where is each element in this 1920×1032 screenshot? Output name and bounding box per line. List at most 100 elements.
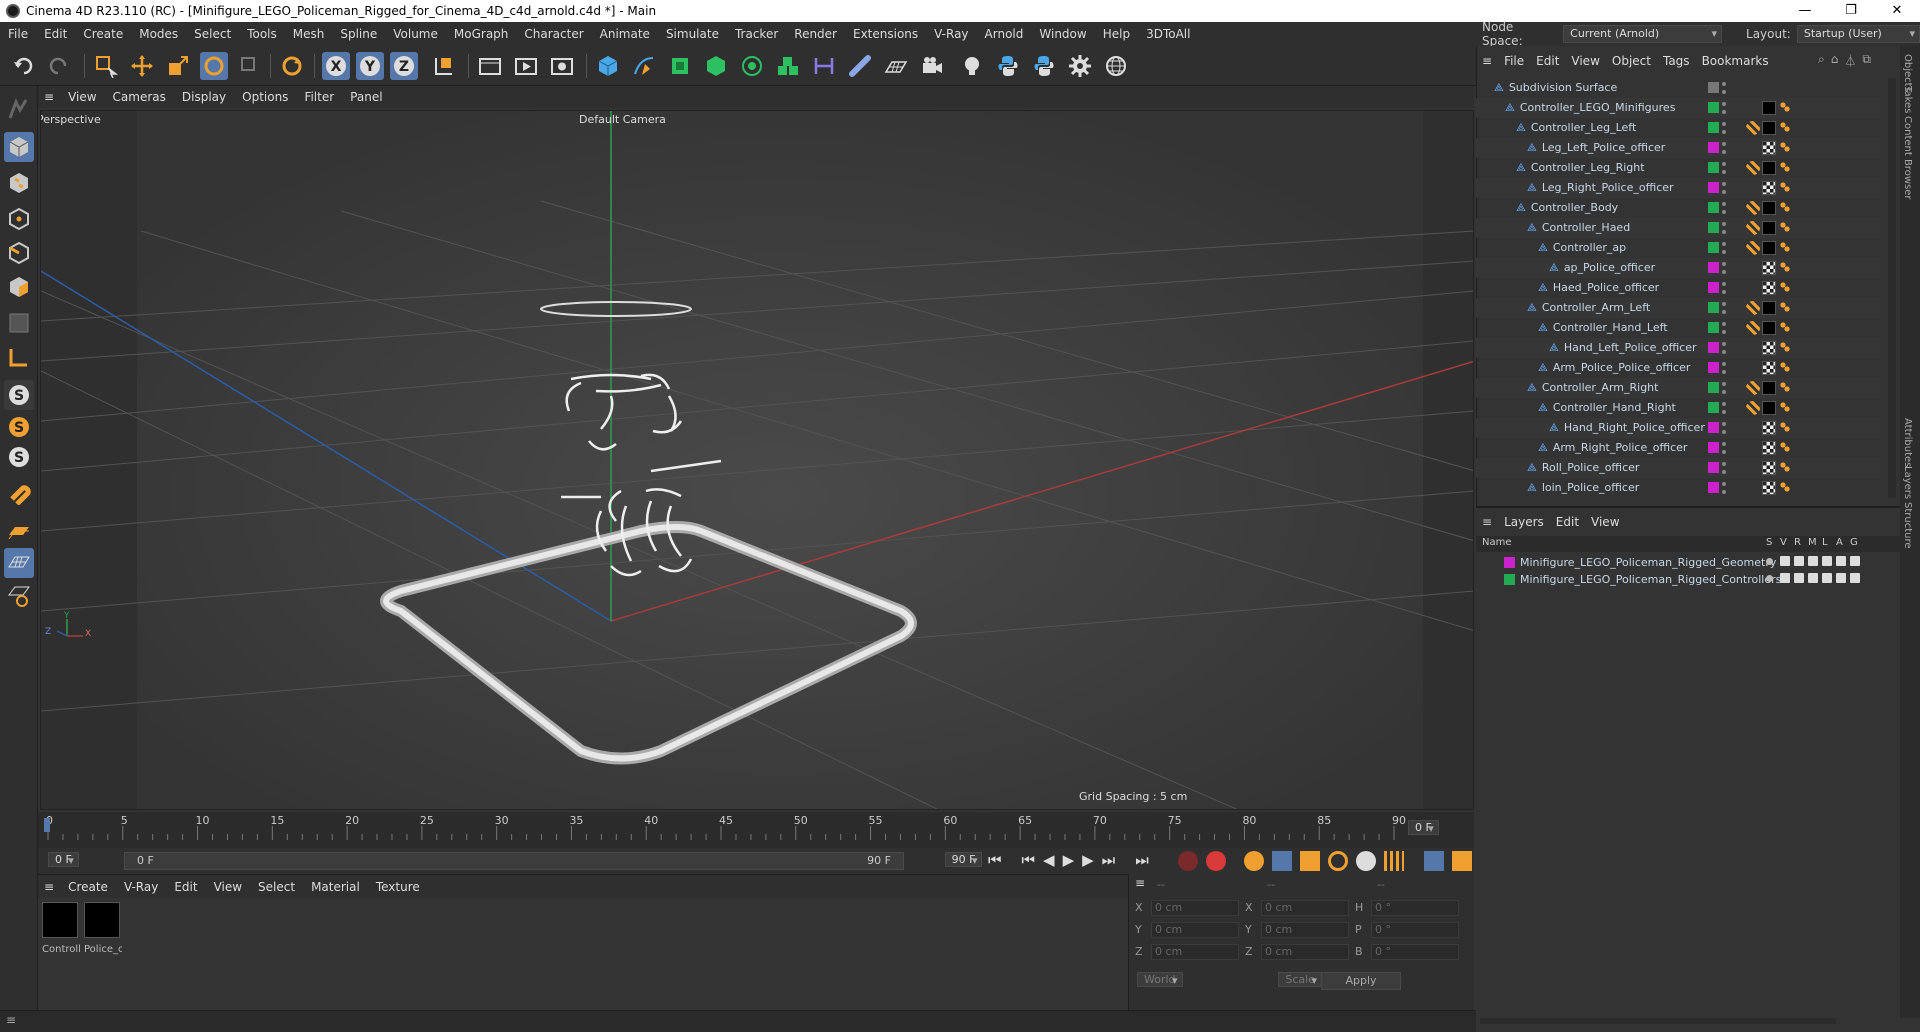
material-tag-icon[interactable] (1762, 321, 1776, 335)
start-frame-field[interactable]: 0 F (48, 852, 79, 867)
goto-start-icon[interactable]: ⏮ (988, 851, 1002, 869)
light-icon[interactable] (958, 52, 986, 80)
material-tag-icon[interactable] (1762, 381, 1776, 395)
layer-column-s[interactable]: S (1766, 537, 1772, 548)
layer-color-swatch[interactable] (1708, 462, 1719, 473)
arnold-tag-icon[interactable] (1780, 362, 1790, 372)
material-tag-icon[interactable] (1762, 141, 1776, 155)
coords-hamburger-icon[interactable]: ≡ (1135, 876, 1145, 890)
apply-button[interactable]: Apply (1321, 972, 1401, 990)
menu-extensions[interactable]: Extensions (845, 27, 926, 41)
layers-menu-view[interactable]: View (1585, 515, 1625, 529)
polygons-mode-icon[interactable] (4, 272, 34, 302)
hamburger-icon[interactable]: ≡ (38, 90, 60, 104)
object-row[interactable]: Controller_LEGO_Minifigures (1476, 98, 1880, 118)
visibility-dots-icon[interactable] (1722, 442, 1726, 454)
protection-tag-icon[interactable] (1746, 321, 1760, 335)
render-picture-viewer-icon[interactable] (512, 52, 540, 80)
visibility-dots-icon[interactable] (1722, 302, 1726, 314)
layer-column-m[interactable]: M (1808, 537, 1817, 548)
viewport-menu-filter[interactable]: Filter (296, 90, 342, 104)
layers-menu-edit[interactable]: Edit (1550, 515, 1585, 529)
frame-range-slider[interactable]: 0 F 90 F (124, 852, 904, 870)
arnold-tag-icon[interactable] (1780, 342, 1790, 352)
material-tag-icon[interactable] (1762, 481, 1776, 495)
coord-value-field[interactable]: 0 ° (1371, 922, 1459, 938)
menu-mograph[interactable]: MoGraph (446, 27, 517, 41)
new-view-icon[interactable]: ⧉ (1862, 52, 1871, 69)
viewport-menu-display[interactable]: Display (174, 90, 234, 104)
layers-hamburger-icon[interactable]: ≡ (1476, 515, 1498, 529)
object-row[interactable]: Controller_Arm_Left (1476, 298, 1880, 318)
material-menu-select[interactable]: Select (250, 880, 303, 894)
material-tag-icon[interactable] (1762, 341, 1776, 355)
layer-toggle-icon[interactable] (1766, 575, 1773, 582)
coord-value-field[interactable]: 0 cm (1151, 900, 1239, 916)
prev-keyframe-icon[interactable]: ⏮ (1022, 851, 1036, 869)
layer-color-swatch[interactable] (1708, 242, 1719, 253)
layer-color-swatch[interactable] (1708, 302, 1719, 313)
layer-toggle-icon[interactable] (1836, 573, 1846, 583)
model-mode-icon[interactable] (4, 132, 34, 162)
layer-scrollbar[interactable] (1480, 1018, 1836, 1024)
material-tag-icon[interactable] (1762, 301, 1776, 315)
side-tab-layers[interactable]: Layers (1902, 466, 1913, 499)
material-tag-icon[interactable] (1762, 461, 1776, 475)
home-icon[interactable]: ⌂ (1831, 52, 1839, 69)
deformer-icon[interactable] (810, 52, 838, 80)
arnold-tag-icon[interactable] (1780, 302, 1790, 312)
menu-spline[interactable]: Spline (332, 27, 385, 41)
material-tag-icon[interactable] (1762, 161, 1776, 175)
keyframe-selection-icon[interactable] (1244, 851, 1264, 871)
object-name[interactable]: loin_Police_officer (1527, 481, 1639, 495)
cube-object-icon[interactable] (594, 52, 622, 80)
menu-arnold[interactable]: Arnold (977, 27, 1032, 41)
layer-color-swatch[interactable] (1504, 557, 1515, 568)
visibility-dots-icon[interactable] (1722, 102, 1726, 114)
viewport[interactable]: Perspective Default Camera Grid Spacing … (40, 110, 1474, 810)
layer-toggle-icon[interactable] (1780, 573, 1790, 583)
minimize-button[interactable]: — (1782, 0, 1828, 22)
menu-mesh[interactable]: Mesh (285, 27, 333, 41)
objects-menu-tags[interactable]: Tags (1657, 54, 1696, 68)
objects-menu-object[interactable]: Object (1606, 54, 1657, 68)
scale-icon[interactable] (164, 52, 192, 80)
layer-color-swatch[interactable] (1708, 322, 1719, 333)
coord-value-field[interactable]: 0 ° (1371, 944, 1459, 960)
viewport-menu-options[interactable]: Options (234, 90, 296, 104)
magnet-icon[interactable] (4, 478, 34, 508)
layer-color-swatch[interactable] (1708, 382, 1719, 393)
visibility-dots-icon[interactable] (1722, 482, 1726, 494)
side-tab-structure[interactable]: Structure (1902, 502, 1913, 549)
visibility-dots-icon[interactable] (1722, 262, 1726, 274)
objects-menu-bookmarks[interactable]: Bookmarks (1696, 54, 1775, 68)
material-tag-icon[interactable] (1762, 441, 1776, 455)
object-row[interactable]: Leg_Right_Police_officer (1476, 178, 1880, 198)
close-button[interactable]: ✕ (1874, 0, 1920, 22)
status-hamburger-icon[interactable]: ≡ (6, 1013, 16, 1027)
object-name[interactable]: Controller_ap (1538, 241, 1626, 255)
object-name[interactable]: Controller_LEGO_Minifigures (1505, 101, 1676, 115)
move-icon[interactable] (128, 52, 156, 80)
menu-file[interactable]: File (0, 27, 36, 41)
object-row[interactable]: Controller_ap (1476, 238, 1880, 258)
objects-hamburger-icon[interactable]: ≡ (1476, 54, 1498, 68)
coord-value-field[interactable]: 0 cm (1151, 944, 1239, 960)
material-tag-icon[interactable] (1762, 181, 1776, 195)
menu-edit[interactable]: Edit (36, 27, 75, 41)
arnold-tag-icon[interactable] (1780, 482, 1790, 492)
layer-toggle-icon[interactable] (1794, 556, 1804, 566)
planar-workplane-icon[interactable] (4, 548, 34, 578)
menu-3dtoall[interactable]: 3DToAll (1138, 27, 1198, 41)
object-row[interactable]: Controller_Leg_Right (1476, 158, 1880, 178)
coord-value-field[interactable]: 0 cm (1261, 900, 1349, 916)
protection-tag-icon[interactable] (1746, 381, 1760, 395)
side-tab-attributes[interactable]: Attributes (1902, 418, 1913, 467)
object-row[interactable]: Controller_Haed (1476, 218, 1880, 238)
arnold-tag-icon[interactable] (1780, 422, 1790, 432)
layer-toggle-icon[interactable] (1808, 573, 1818, 583)
lock-workplane-icon[interactable] (4, 516, 34, 546)
protection-tag-icon[interactable] (1746, 201, 1760, 215)
live-selection-icon[interactable] (92, 52, 120, 80)
key-pla-icon[interactable] (1384, 851, 1404, 871)
